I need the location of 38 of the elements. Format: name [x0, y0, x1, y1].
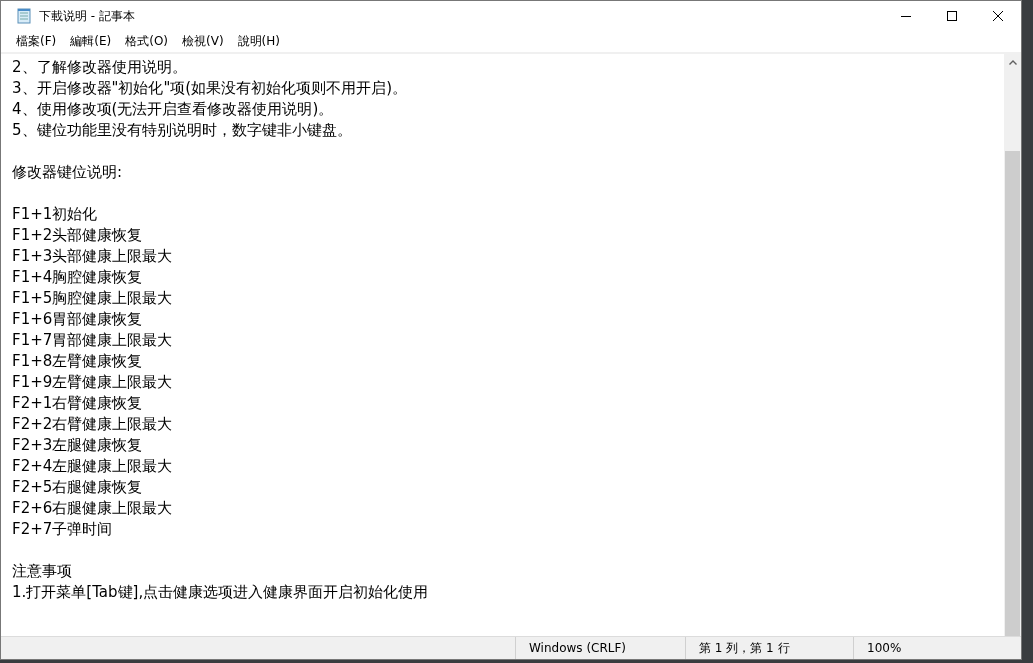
text-line: F2+1右臂健康恢复: [12, 393, 144, 414]
scrollbar-thumb[interactable]: [1005, 151, 1020, 636]
text-line: F1+9左臂健康上限最大: [12, 372, 174, 393]
text-line: F1+2头部健康恢复: [12, 225, 144, 246]
text-line: F2+5右腿健康恢复: [12, 477, 144, 498]
text-line: 5、键位功能里没有特别说明时，数字键非小键盘。: [12, 120, 353, 141]
text-line: F1+8左臂健康恢复: [12, 351, 144, 372]
vertical-scrollbar[interactable]: [1004, 54, 1021, 636]
window-title: 下載说明 - 記事本: [39, 7, 136, 25]
text-line: 3、开启修改器"初始化"项(如果没有初始化项则不用开启)。: [12, 78, 409, 99]
text-line: 注意事项: [12, 561, 73, 582]
zoom-level: 100%: [867, 641, 902, 655]
text-line: F1+6胃部健康恢复: [12, 309, 144, 330]
maximize-icon[interactable]: [947, 11, 957, 21]
menu-item[interactable]: 說明(H): [230, 32, 287, 50]
text-line: F1+7胃部健康上限最大: [12, 330, 174, 351]
cursor-position: 第 1 列，第 1 行: [699, 639, 790, 657]
text-line: 修改器键位说明:: [12, 162, 124, 183]
text-line: F2+4左腿健康上限最大: [12, 456, 174, 477]
line-ending-label: Windows (CRLF): [529, 641, 627, 655]
text-line: 2、了解修改器使用说明。: [12, 57, 188, 78]
menu-item[interactable]: 格式(O): [118, 32, 176, 50]
menu-item[interactable]: 檔案(F): [9, 32, 64, 50]
notepad-icon: [17, 8, 31, 24]
text-line: F1+3头部健康上限最大: [12, 246, 174, 267]
menu-item[interactable]: 檢視(V): [175, 32, 231, 50]
text-line: F2+3左腿健康恢复: [12, 435, 144, 456]
text-line: F2+6右腿健康上限最大: [12, 498, 174, 519]
text-line: F1+1初始化: [12, 204, 99, 225]
menu-item[interactable]: 編輯(E): [63, 32, 119, 50]
text-line: F2+2右臂健康上限最大: [12, 414, 174, 435]
text-line: F1+5胸腔健康上限最大: [12, 288, 174, 309]
text-line: 1.打开菜单[Tab键],点击健康选项进入健康界面开启初始化使用: [12, 582, 430, 603]
scroll-up-icon[interactable]: [1008, 60, 1017, 65]
text-line: 4、使用修改项(无法开启查看修改器使用说明)。: [12, 99, 335, 120]
close-icon[interactable]: [993, 11, 1003, 21]
text-line: F1+4胸腔健康恢复: [12, 267, 144, 288]
text-line: F2+7子弹时间: [12, 519, 114, 540]
